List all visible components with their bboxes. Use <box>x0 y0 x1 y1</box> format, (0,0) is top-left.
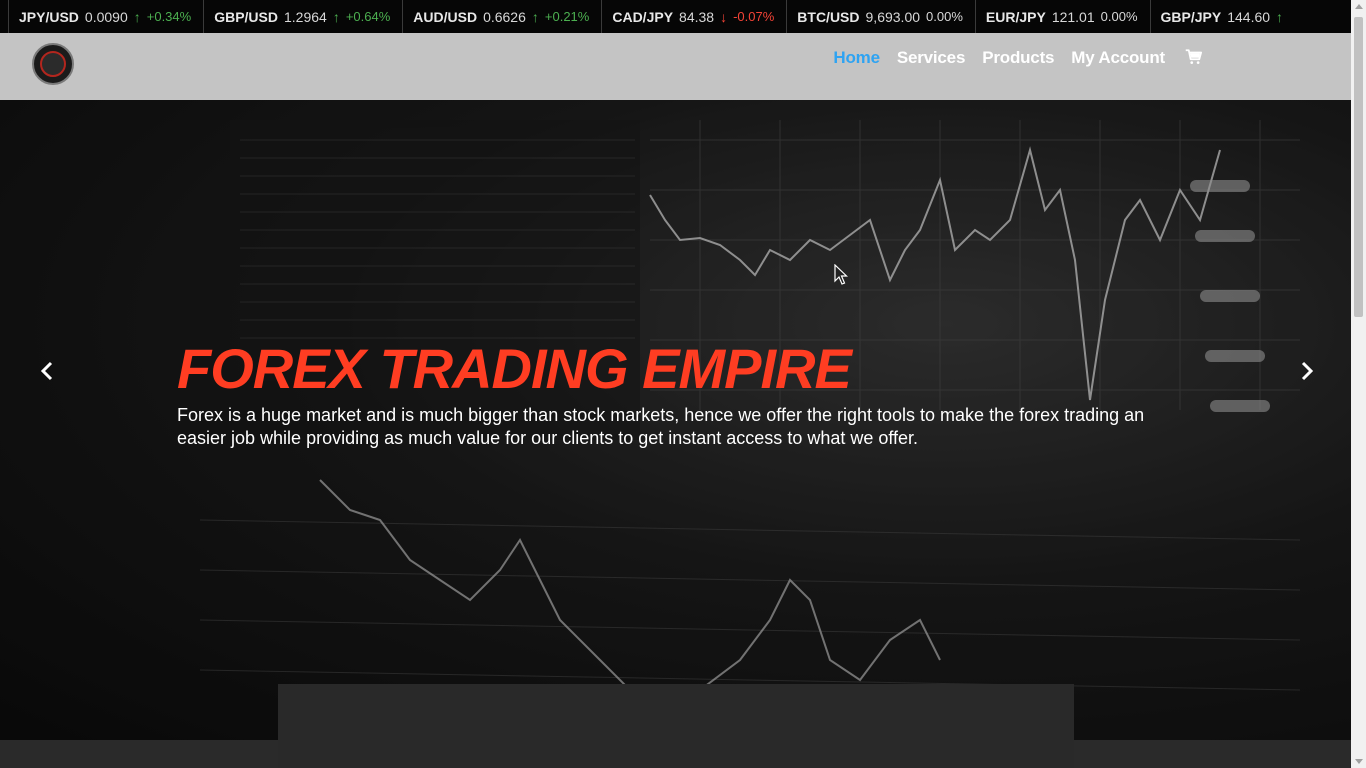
ticker-symbol: EUR/JPY <box>985 8 1046 25</box>
slider-next-button[interactable] <box>1292 356 1322 386</box>
arrow-up-icon: ↑ <box>133 8 141 25</box>
currency-ticker: JPY/USD 0.0090 ↑ +0.34% GBP/USD 1.2964 ↑ +0.64%… <box>0 0 1351 33</box>
ticker-symbol: BTC/USD <box>797 8 860 25</box>
ticker-change: +0.34% <box>146 9 192 24</box>
ticker-item[interactable]: GBP/JPY 144.60 ↑ <box>1149 0 1302 33</box>
ticker-item[interactable]: AUD/USD 0.6626 ↑ +0.21% <box>402 0 601 33</box>
hero-title: FOREX TRADING EMPIRE <box>177 337 852 400</box>
ticker-symbol: GBP/JPY <box>1160 8 1222 25</box>
ticker-price: 0.6626 <box>483 8 526 25</box>
ticker-change: 0.00% <box>1100 9 1138 24</box>
ticker-symbol: CAD/JPY <box>612 8 674 25</box>
chevron-left-icon <box>40 361 53 381</box>
shopping-cart-icon[interactable] <box>1185 48 1205 68</box>
slider-prev-button[interactable] <box>32 356 62 386</box>
ticker-price: 9,693.00 <box>865 8 921 25</box>
arrow-up-icon: ↑ <box>531 8 539 25</box>
ticker-change: +0.64% <box>345 9 391 24</box>
ticker-symbol: AUD/USD <box>413 8 478 25</box>
ticker-item[interactable]: JPY/USD 0.0090 ↑ +0.34% <box>8 0 203 33</box>
ticker-price: 1.2964 <box>284 8 327 25</box>
ticker-change: +0.21% <box>544 9 590 24</box>
ticker-item[interactable]: GBP/USD 1.2964 ↑ +0.64% <box>203 0 402 33</box>
hero-description: Forex is a huge market and is much bigge… <box>177 405 1145 448</box>
ticker-price: 0.0090 <box>84 8 128 25</box>
ticker-item[interactable]: CAD/JPY 84.38 ↓ -0.07% <box>601 0 786 33</box>
arrow-down-icon: ↓ <box>720 8 728 25</box>
chevron-right-icon <box>1301 361 1314 381</box>
ticker-symbol: JPY/USD <box>19 8 79 25</box>
arrow-up-icon: ↑ <box>332 8 340 25</box>
scroll-up-icon[interactable] <box>1355 4 1363 9</box>
ticker-symbol: GBP/USD <box>214 8 278 25</box>
logo-emblem <box>40 51 66 77</box>
scrollbar-thumb[interactable] <box>1354 17 1363 317</box>
scroll-down-icon[interactable] <box>1355 759 1363 764</box>
content-panel <box>278 684 1074 768</box>
hero-slider: FOREX TRADING EMPIRE Forex is a huge mar… <box>0 100 1351 740</box>
ticker-item[interactable]: BTC/USD 9,693.00 0.00% <box>786 0 975 33</box>
site-logo[interactable] <box>32 43 74 85</box>
main-nav: Home Services Products My Account <box>816 33 1205 83</box>
ticker-change: -0.07% <box>733 9 775 24</box>
site-header: Home Services Products My Account <box>0 33 1351 100</box>
ticker-item[interactable]: EUR/JPY 121.01 0.00% <box>974 0 1150 33</box>
ticker-price: 144.60 <box>1227 8 1271 25</box>
nav-item-services[interactable]: Services <box>897 48 966 68</box>
arrow-up-icon: ↑ <box>1276 8 1284 25</box>
ticker-change: 0.00% <box>926 9 963 24</box>
ticker-price: 84.38 <box>679 8 715 25</box>
nav-item-my-account[interactable]: My Account <box>1071 48 1165 68</box>
ticker-price: 121.01 <box>1051 8 1095 25</box>
ticker-track: JPY/USD 0.0090 ↑ +0.34% GBP/USD 1.2964 ↑ +0.64%… <box>8 0 1301 33</box>
mouse-cursor-icon <box>834 264 848 285</box>
nav-item-home[interactable]: Home <box>833 48 880 68</box>
nav-item-products[interactable]: Products <box>982 48 1054 68</box>
page-scrollbar[interactable] <box>1351 0 1366 768</box>
